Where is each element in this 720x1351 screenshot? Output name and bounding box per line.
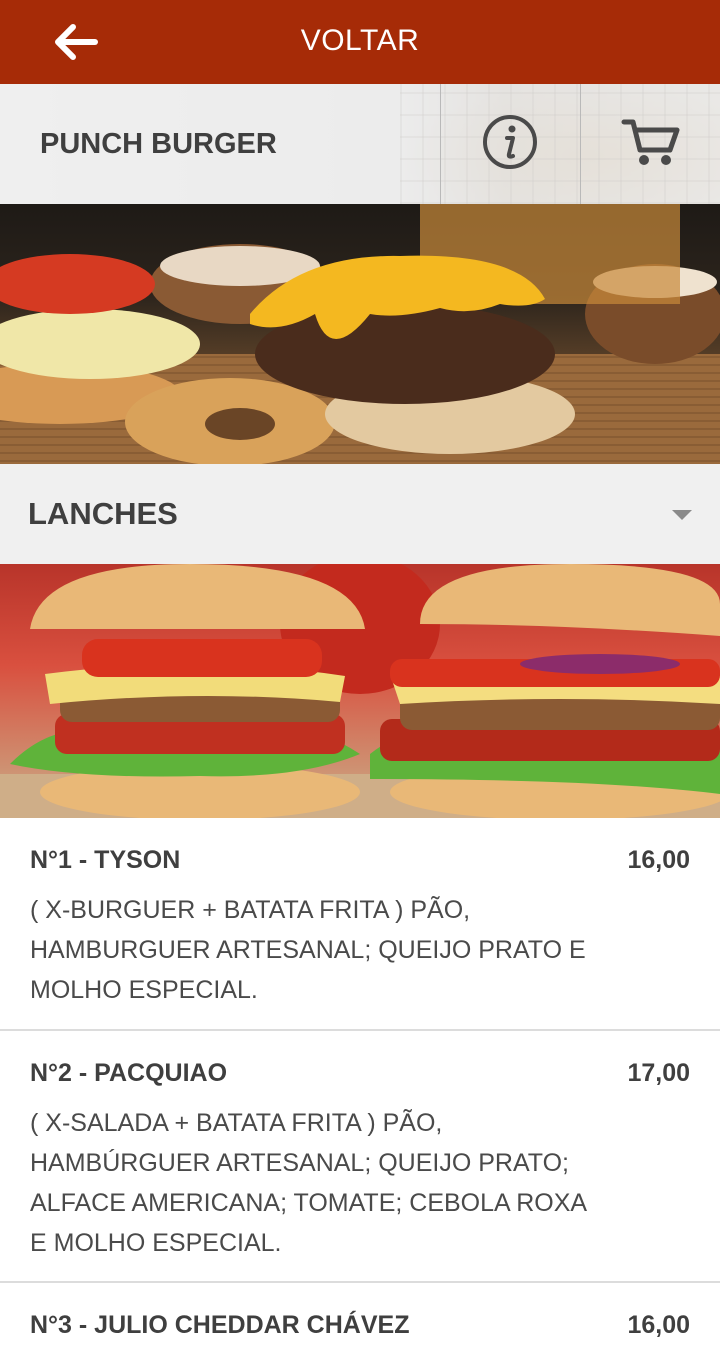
hero-image	[0, 204, 720, 464]
item-price: 16,00	[627, 846, 690, 874]
cart-button[interactable]	[620, 116, 684, 170]
item-description: ( X-BURGUER + BATATA FRITA ) PÃO, HAMBUR…	[30, 896, 586, 1004]
restaurant-header: PUNCH BURGER	[0, 84, 720, 204]
item-name: N°3 - JULIO CHEDDAR CHÁVEZ	[30, 1311, 410, 1339]
cart-icon	[621, 119, 680, 165]
top-bar: VOLTAR	[0, 0, 720, 84]
menu-item[interactable]: N°2 - PACQUIAO 17,00 ( X-SALADA + BATATA…	[0, 1031, 720, 1283]
item-description: ( X-SALADA + BATATA FRITA ) PÃO, HAMBÚRG…	[30, 1109, 586, 1257]
info-icon	[483, 115, 537, 169]
item-name: N°2 - PACQUIAO	[30, 1059, 228, 1087]
item-price: 17,00	[627, 1059, 690, 1087]
menu-item[interactable]: N°1 - TYSON 16,00 ( X-BURGUER + BATATA F…	[0, 818, 720, 1031]
header-divider	[440, 84, 441, 204]
category-banner-image	[0, 564, 720, 818]
caret-down-icon	[672, 510, 692, 520]
category-dropdown[interactable]: LANCHES	[0, 464, 720, 564]
header-divider	[580, 84, 581, 204]
menu-item[interactable]: N°3 - JULIO CHEDDAR CHÁVEZ 16,00	[0, 1283, 720, 1351]
back-label[interactable]: VOLTAR	[0, 24, 720, 58]
info-button[interactable]	[480, 112, 540, 172]
category-label: LANCHES	[28, 496, 178, 531]
item-name: N°1 - TYSON	[30, 846, 181, 874]
restaurant-name: PUNCH BURGER	[40, 128, 277, 160]
item-price: 16,00	[627, 1311, 690, 1339]
